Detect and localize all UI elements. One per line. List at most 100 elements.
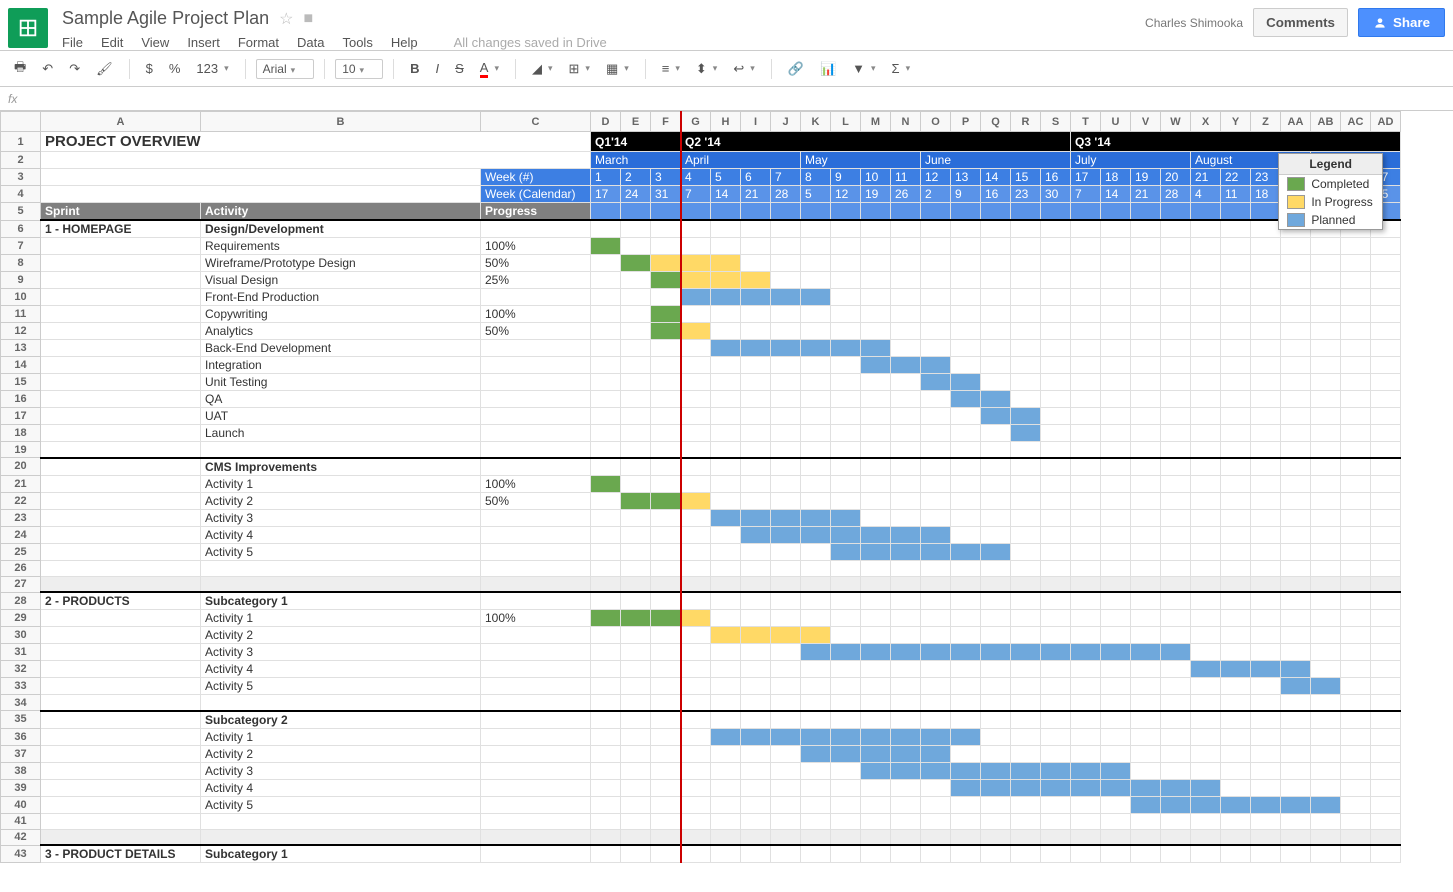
gantt-cell[interactable]	[1311, 272, 1341, 289]
gantt-cell[interactable]	[921, 238, 951, 255]
gantt-cell[interactable]	[771, 374, 801, 391]
gantt-cell[interactable]	[891, 492, 921, 509]
gantt-cell[interactable]	[1011, 374, 1041, 391]
gantt-cell[interactable]	[1161, 408, 1191, 425]
gantt-cell[interactable]	[1341, 509, 1371, 526]
gantt-cell[interactable]	[1281, 543, 1311, 560]
gantt-cell[interactable]	[1251, 272, 1281, 289]
week-cal-cell[interactable]: 16	[981, 186, 1011, 203]
gantt-cell[interactable]	[981, 644, 1011, 661]
activity-cell[interactable]: Subcategory 2	[201, 711, 481, 729]
gantt-cell[interactable]	[831, 695, 861, 711]
activity-cell[interactable]: Activity 1	[201, 728, 481, 745]
gantt-cell[interactable]	[1251, 340, 1281, 357]
gantt-cell[interactable]	[681, 238, 711, 255]
gantt-cell[interactable]	[1191, 458, 1221, 476]
gantt-cell[interactable]	[1161, 323, 1191, 340]
cell[interactable]	[41, 152, 591, 169]
gantt-cell[interactable]	[1191, 374, 1221, 391]
gantt-cell[interactable]	[591, 661, 621, 678]
gantt-cell[interactable]	[1131, 425, 1161, 442]
gantt-cell[interactable]	[1371, 695, 1401, 711]
gantt-cell[interactable]	[1251, 526, 1281, 543]
gantt-cell[interactable]	[1371, 492, 1401, 509]
overview-title[interactable]: PROJECT OVERVIEW	[41, 132, 591, 152]
progress-cell[interactable]	[481, 442, 591, 458]
gantt-cell[interactable]	[1221, 644, 1251, 661]
gantt-cell[interactable]	[1341, 374, 1371, 391]
activity-cell[interactable]: Subcategory 1	[201, 845, 481, 863]
gantt-cell[interactable]	[1011, 306, 1041, 323]
gantt-cell[interactable]	[651, 678, 681, 695]
gantt-cell[interactable]	[1221, 678, 1251, 695]
gantt-cell[interactable]	[801, 357, 831, 374]
gantt-cell[interactable]	[951, 728, 981, 745]
activity-cell[interactable]: CMS Improvements	[201, 458, 481, 476]
gantt-cell[interactable]	[861, 357, 891, 374]
gantt-cell[interactable]	[1281, 425, 1311, 442]
week-num-cell[interactable]: 21	[1191, 169, 1221, 186]
gantt-cell[interactable]	[1251, 813, 1281, 829]
gantt-cell[interactable]	[1101, 323, 1131, 340]
row-header[interactable]: 26	[1, 560, 41, 576]
activity-cell[interactable]	[201, 813, 481, 829]
row-header[interactable]: 36	[1, 728, 41, 745]
gantt-cell[interactable]	[891, 340, 921, 357]
gantt-cell[interactable]	[951, 829, 981, 845]
gantt-cell[interactable]	[1221, 610, 1251, 627]
progress-cell[interactable]	[481, 728, 591, 745]
gantt-cell[interactable]	[741, 678, 771, 695]
sprint-cell[interactable]	[41, 306, 201, 323]
gantt-cell[interactable]	[921, 220, 951, 238]
gantt-cell[interactable]	[1371, 796, 1401, 813]
gantt-cell[interactable]	[651, 340, 681, 357]
activity-cell[interactable]: UAT	[201, 408, 481, 425]
gantt-cell[interactable]	[1251, 408, 1281, 425]
row-header[interactable]: 39	[1, 779, 41, 796]
gantt-cell[interactable]	[741, 391, 771, 408]
gantt-cell[interactable]	[741, 661, 771, 678]
h-align-button[interactable]: ≡	[656, 57, 686, 80]
column-header[interactable]: X	[1191, 112, 1221, 132]
row-header[interactable]: 6	[1, 220, 41, 238]
gantt-cell[interactable]	[1341, 323, 1371, 340]
gantt-cell[interactable]	[1011, 255, 1041, 272]
gantt-cell[interactable]	[1311, 458, 1341, 476]
gantt-cell[interactable]	[861, 442, 891, 458]
gantt-cell[interactable]	[801, 627, 831, 644]
gantt-cell[interactable]	[1011, 796, 1041, 813]
row-header[interactable]: 15	[1, 374, 41, 391]
gantt-cell[interactable]	[951, 357, 981, 374]
gantt-cell[interactable]	[651, 543, 681, 560]
gantt-cell[interactable]	[591, 492, 621, 509]
gantt-cell[interactable]	[771, 610, 801, 627]
gantt-cell[interactable]	[621, 442, 651, 458]
gantt-cell[interactable]	[651, 306, 681, 323]
gantt-cell[interactable]	[1191, 627, 1221, 644]
progress-cell[interactable]: 50%	[481, 323, 591, 340]
gantt-cell[interactable]	[1131, 779, 1161, 796]
gantt-cell[interactable]	[1281, 610, 1311, 627]
folder-icon[interactable]: ■	[303, 10, 313, 28]
gantt-cell[interactable]	[591, 425, 621, 442]
activity-cell[interactable]: Activity 4	[201, 661, 481, 678]
gantt-cell[interactable]	[1011, 492, 1041, 509]
gantt-cell[interactable]	[681, 408, 711, 425]
gantt-cell[interactable]	[1311, 678, 1341, 695]
progress-cell[interactable]	[481, 644, 591, 661]
gantt-cell[interactable]	[711, 255, 741, 272]
gantt-cell[interactable]	[711, 813, 741, 829]
gantt-cell[interactable]	[1131, 238, 1161, 255]
menu-view[interactable]: View	[141, 35, 169, 50]
gantt-cell[interactable]	[1221, 289, 1251, 306]
gantt-cell[interactable]	[1101, 678, 1131, 695]
gantt-cell[interactable]	[771, 644, 801, 661]
gantt-cell[interactable]	[681, 695, 711, 711]
gantt-cell[interactable]	[1251, 845, 1281, 863]
gantt-cell[interactable]	[981, 425, 1011, 442]
gantt-cell[interactable]	[651, 796, 681, 813]
gantt-cell[interactable]	[1071, 627, 1101, 644]
gantt-cell[interactable]	[1191, 695, 1221, 711]
gantt-cell[interactable]	[1311, 728, 1341, 745]
progress-cell[interactable]	[481, 560, 591, 576]
